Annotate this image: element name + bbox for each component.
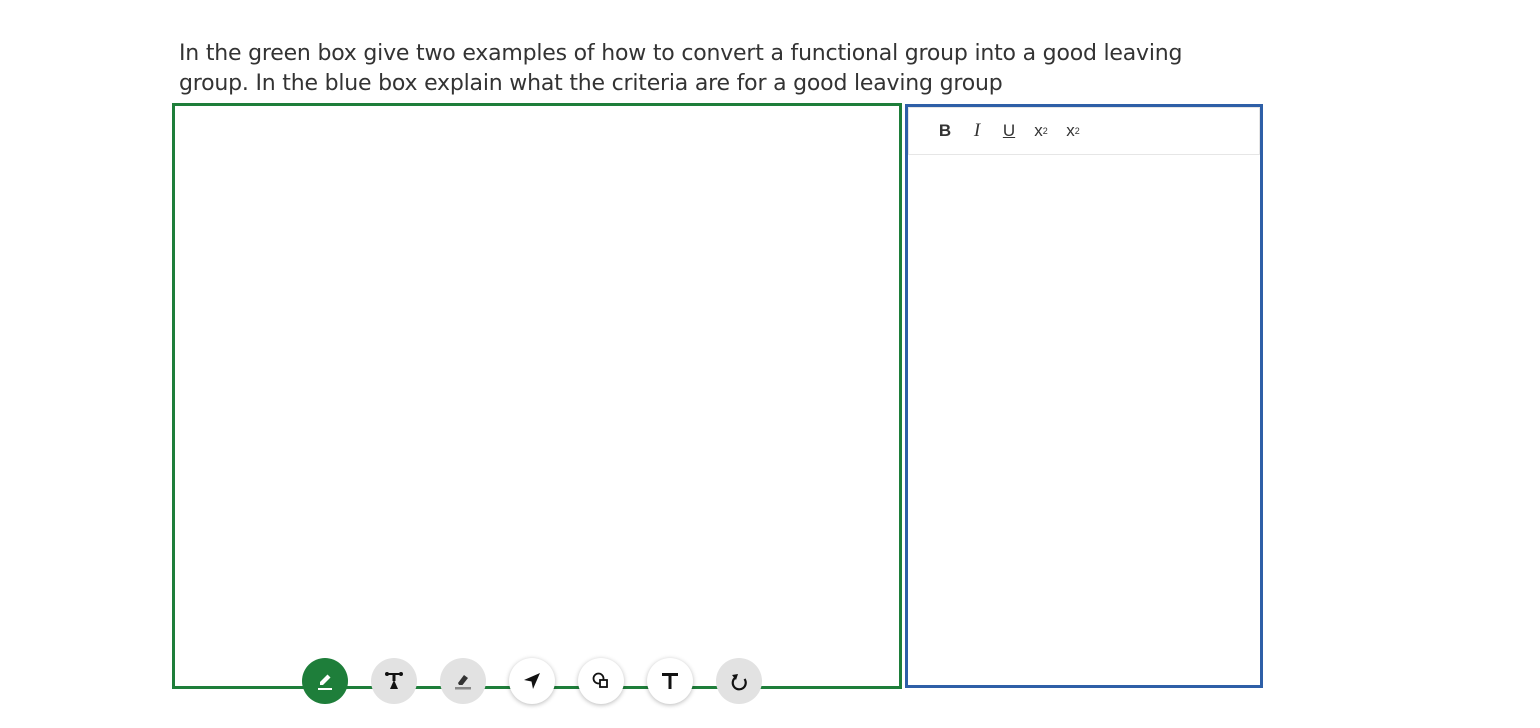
bold-button[interactable]: B: [929, 117, 961, 145]
text-answer-box: B I U x2 x2: [905, 104, 1263, 688]
subscript-button[interactable]: x2: [1025, 117, 1057, 145]
text-tool-icon: [662, 673, 678, 689]
pencil-icon: [318, 674, 332, 690]
pencil-tool-button[interactable]: [302, 658, 348, 704]
drawing-canvas[interactable]: [172, 103, 902, 689]
superscript-mark: 2: [1074, 126, 1080, 136]
underline-button[interactable]: U: [993, 117, 1025, 145]
italic-button[interactable]: I: [961, 117, 993, 145]
editor-toolbar: B I U x2 x2: [908, 107, 1260, 155]
shapes-icon: [592, 672, 608, 688]
superscript-base: x: [1066, 121, 1075, 140]
line-tool-icon: [385, 672, 403, 689]
select-tool-button[interactable]: [509, 658, 555, 704]
superscript-button[interactable]: x2: [1057, 117, 1089, 145]
text-tool-button[interactable]: [647, 658, 693, 704]
editor-content[interactable]: [908, 155, 1260, 683]
line-tool-button[interactable]: [371, 658, 417, 704]
subscript-base: x: [1034, 121, 1043, 140]
shapes-tool-button[interactable]: [578, 658, 624, 704]
pointer-icon: [524, 673, 540, 689]
eraser-icon: [455, 675, 471, 690]
undo-tool-button[interactable]: [716, 658, 762, 704]
question-prompt: In the green box give two examples of ho…: [179, 41, 1183, 96]
eraser-tool-button[interactable]: [440, 658, 486, 704]
subscript-mark: 2: [1042, 126, 1048, 136]
undo-icon: [731, 674, 747, 691]
